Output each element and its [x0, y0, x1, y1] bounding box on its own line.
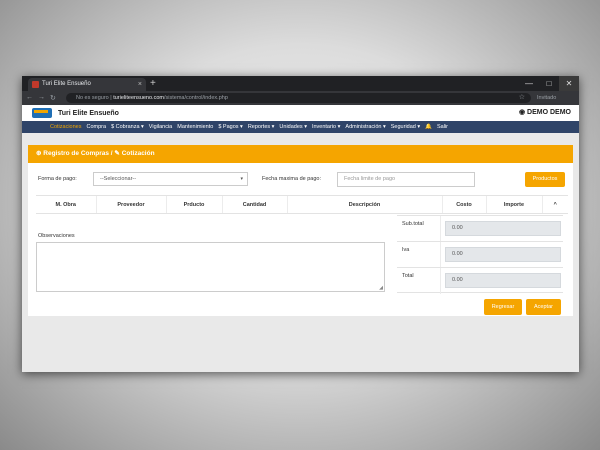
new-tab-button[interactable]: +: [150, 77, 156, 90]
tab-title: Turi Elite Ensueño: [42, 81, 91, 87]
nav-item-pagos[interactable]: $ Pagos ▾: [218, 124, 242, 130]
nav-item-mantenimiento[interactable]: Mantenimiento: [177, 124, 213, 130]
favicon-icon: [32, 81, 39, 88]
user-menu[interactable]: ◉ DEMO DEMO: [519, 108, 571, 116]
productos-table: M. Obra Proveedor Prducto Cantidad Descr…: [36, 195, 568, 214]
user-name: DEMO DEMO: [527, 109, 571, 116]
breadcrumb-parent: Registro de Compras /: [43, 150, 115, 157]
edit-icon: ✎: [114, 150, 122, 157]
browser-window: Turi Elite Ensueño × + — □ ✕ ← → ↻ No es…: [22, 76, 579, 372]
iva-row: Iva 0.00: [397, 241, 563, 268]
col-importe: Importe: [485, 195, 542, 214]
observaciones-textarea[interactable]: ◢: [36, 242, 385, 292]
page-content: ⊕ Registro de Compras / ✎ Cotización For…: [22, 133, 579, 372]
resize-grip-icon[interactable]: ◢: [379, 285, 383, 291]
fecha-limite-input[interactable]: Fecha limite de pago: [337, 172, 475, 187]
profile-label[interactable]: Invitado: [537, 95, 575, 101]
table-header-row: M. Obra Proveedor Prducto Cantidad Descr…: [36, 195, 568, 214]
nav-buttons: ← → ↻: [26, 94, 66, 102]
forma-pago-label: Forma de pago:: [38, 176, 77, 182]
address-bar: ← → ↻ No es seguro | turieliteensueno.co…: [22, 91, 579, 105]
user-icon: ◉: [518, 109, 528, 116]
tab-close-icon[interactable]: ×: [138, 78, 142, 91]
forma-pago-select[interactable]: --Seleccionar-- ▾: [93, 172, 248, 186]
total-value: 0.00: [445, 273, 561, 288]
bus-logo-icon: [32, 108, 52, 118]
fecha-label: Fecha maxima de pago:: [262, 176, 322, 182]
main-navbar: Cotizaciones Compra $ Cobranza ▾ Vigilan…: [22, 121, 579, 133]
iva-label: Iva: [402, 247, 410, 253]
subtotal-label: Sub.total: [402, 221, 424, 227]
col-proveedor: Proveedor: [95, 195, 166, 214]
nav-item-reportes[interactable]: Reportes ▾: [248, 124, 275, 130]
totals-box: Sub.total 0.00 Iva 0.00 Total 0.00: [397, 215, 563, 294]
total-label: Total: [402, 273, 414, 279]
maximize-icon[interactable]: □: [539, 76, 559, 91]
forward-icon[interactable]: →: [38, 94, 45, 102]
insecure-label: No es seguro: [76, 95, 109, 101]
url-host: turieliteensueno.com: [113, 95, 164, 101]
breadcrumb-current: Cotización: [121, 150, 155, 157]
url-field[interactable]: No es seguro | turieliteensueno.com/sist…: [66, 93, 531, 103]
nav-item-unidades[interactable]: Unidades ▾: [279, 124, 307, 130]
sort-caret-icon[interactable]: ^: [541, 195, 568, 214]
col-producto: Prducto: [165, 195, 222, 214]
panel-title: ⊕ Registro de Compras / ✎ Cotización: [28, 145, 573, 163]
compras-panel: ⊕ Registro de Compras / ✎ Cotización For…: [28, 145, 573, 316]
productos-button[interactable]: Productos: [525, 172, 565, 187]
brand-name: Turi Elite Ensueño: [58, 109, 119, 117]
nav-item-salir[interactable]: Salir: [437, 124, 448, 130]
bookmark-star-icon[interactable]: ☆: [519, 93, 525, 103]
url-path: /sistema/control/index.php: [163, 95, 228, 101]
app-header: Turi Elite Ensueño ◉ DEMO DEMO: [22, 105, 579, 121]
nav-item-seguridad[interactable]: Seguridad ▾: [391, 124, 420, 130]
chevron-down-icon: ▾: [240, 176, 243, 182]
aceptar-button[interactable]: Aceptar: [526, 299, 561, 315]
nav-item-vigilancia[interactable]: Vigilancia: [149, 124, 172, 130]
bell-icon[interactable]: 🔔: [425, 124, 432, 130]
browser-titlebar: Turi Elite Ensueño × + — □ ✕: [22, 76, 579, 91]
nav-item-inventario[interactable]: Inventario ▾: [312, 124, 340, 130]
back-icon[interactable]: ←: [26, 94, 33, 102]
forma-pago-value: --Seleccionar--: [100, 176, 137, 182]
col-m-obra: M. Obra: [36, 195, 96, 214]
regresar-button[interactable]: Regresar: [484, 299, 522, 315]
col-costo: Costo: [441, 195, 486, 214]
col-cantidad: Cantidad: [221, 195, 287, 214]
nav-item-cotizaciones[interactable]: Cotizaciones: [50, 124, 82, 130]
minimize-icon[interactable]: —: [519, 76, 539, 91]
nav-item-cobranza[interactable]: $ Cobranza ▾: [111, 124, 144, 130]
nav-item-compra[interactable]: Compra: [87, 124, 107, 130]
browser-tab[interactable]: Turi Elite Ensueño ×: [28, 78, 146, 91]
close-window-icon[interactable]: ✕: [559, 76, 579, 91]
subtotal-row: Sub.total 0.00: [397, 215, 563, 242]
col-descripcion: Descripción: [286, 195, 442, 214]
window-controls: — □ ✕: [519, 76, 579, 91]
total-row: Total 0.00: [397, 267, 563, 294]
observaciones-label: Observaciones: [38, 233, 75, 239]
nav-item-administracion[interactable]: Administración ▾: [345, 124, 385, 130]
reload-icon[interactable]: ↻: [50, 94, 56, 102]
iva-value: 0.00: [445, 247, 561, 262]
subtotal-value: 0.00: [445, 221, 561, 236]
